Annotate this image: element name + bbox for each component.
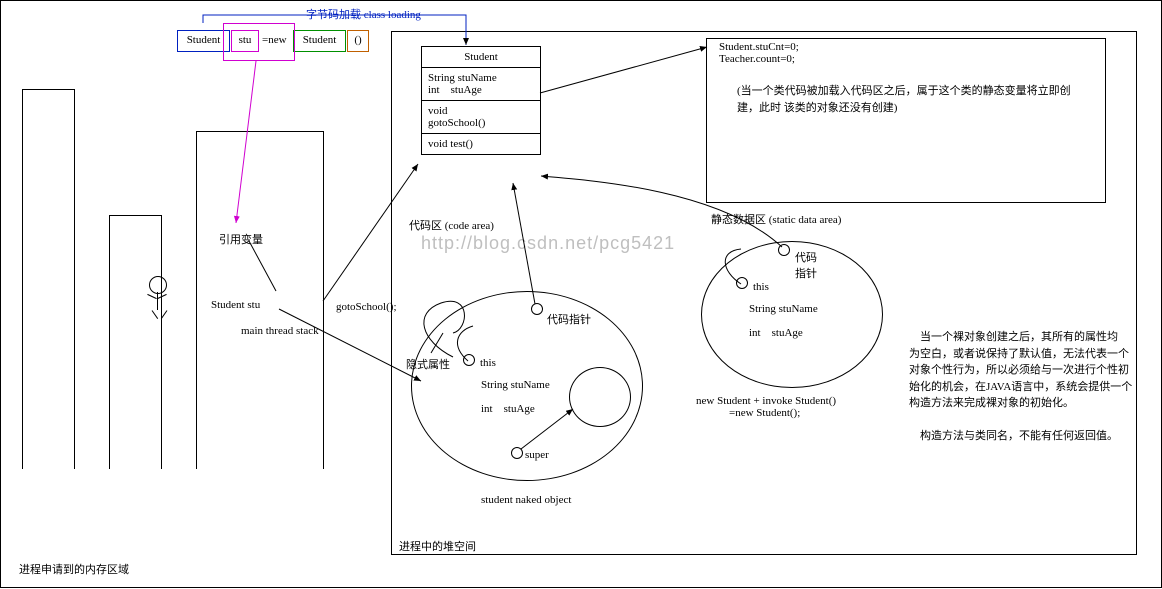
footer-label: 进程申请到的内存区域 (19, 561, 129, 577)
ref-var-label: 引用变量 (219, 231, 263, 247)
class-method2: void test() (422, 134, 540, 154)
obj2-ptr-dot (778, 244, 790, 256)
obj1-super-dot (511, 447, 523, 459)
class-box: Student String stuName int stuAge void g… (421, 46, 541, 155)
obj2-caption: new Student + invoke Student() =new Stud… (696, 395, 836, 419)
token-parens: () (347, 30, 369, 52)
watermark: http://blog.csdn.net/pcg5421 (421, 233, 675, 254)
obj2-code-ptr: 代码 指针 (795, 249, 817, 281)
implicit-attr: 隐式属性 (406, 356, 450, 372)
static-vars: Student.stuCnt=0; Teacher.count=0; (719, 41, 799, 65)
obj1-this: this (480, 357, 496, 369)
token-highlight (223, 23, 295, 61)
class-method1: void gotoSchool() (422, 101, 540, 134)
obj1-caption: student naked object (481, 494, 571, 506)
obj1-super: super (525, 449, 549, 461)
token-student-ctor: Student (293, 30, 346, 52)
heap-label: 进程中的堆空间 (399, 538, 476, 554)
stack-bar-2 (109, 215, 162, 469)
obj2-this: this (753, 281, 769, 293)
static-area-label: 静态数据区 (static data area) (711, 211, 841, 227)
obj1-code-ptr: 代码指针 (547, 311, 591, 327)
notes-paragraph: 当一个裸对象创建之后，其所有的属性均 为空白，或者说保持了默认值，无法代表一个 … (909, 329, 1139, 445)
code-area-label: 代码区 (code area) (409, 217, 494, 233)
obj2-this-dot (736, 277, 748, 289)
gotoschool-call: gotoSchool(); (336, 301, 397, 313)
obj1-inner (569, 367, 631, 427)
stack-bar-1 (22, 89, 75, 469)
obj1-fields: String stuName int stuAge (481, 379, 550, 415)
diagram-canvas: 字节码加载 class loading Student stu =new Stu… (0, 0, 1162, 588)
obj1-this-dot (463, 354, 475, 366)
obj1-ptr-dot (531, 303, 543, 315)
main-thread-stack-label: main thread stack (241, 325, 319, 337)
class-name: Student (422, 47, 540, 68)
class-fields: String stuName int stuAge (422, 68, 540, 101)
class-loading-label: 字节码加载 class loading (306, 6, 421, 22)
obj2-fields: String stuName int stuAge (749, 303, 818, 339)
student-stu: Student stu (211, 299, 260, 311)
static-comment: (当一个类代码被加载入代码区之后，属于这个类的静态变量将立即创建，此时 该类的对… (737, 83, 1087, 116)
